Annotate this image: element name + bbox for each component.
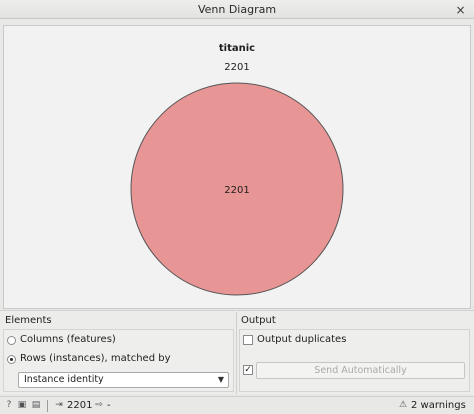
venn-canvas: titanic 2201 2201 [3,25,471,309]
window-title: Venn Diagram [197,2,277,16]
warning-icon[interactable]: ⚠ [398,400,408,411]
send-automatically-button[interactable]: Send Automatically [256,362,465,379]
output-value: - [107,400,111,411]
report-icon[interactable]: ▤ [31,400,41,411]
elements-header: Elements [5,315,52,326]
rows-radio-label[interactable]: Rows (instances), matched by [20,353,171,364]
input-icon: ⇥ [55,400,63,410]
help-icon[interactable]: ? [4,400,14,411]
venn-region-count: 2201 [224,185,249,196]
venn-diagram: 2201 [130,82,344,296]
output-duplicates-label[interactable]: Output duplicates [257,334,346,345]
warnings-count[interactable]: 2 warnings [411,400,466,411]
columns-radio[interactable] [7,336,16,345]
auto-send-checkbox[interactable]: ✓ [243,365,253,375]
match-by-select[interactable]: Instance identity ▼ [18,372,229,388]
output-header: Output [241,315,276,326]
window-titlebar: Venn Diagram × [0,0,474,19]
input-count: 2201 [67,400,93,411]
output-duplicates-checkbox[interactable] [243,335,253,345]
close-icon[interactable]: × [453,2,468,17]
output-icon: ⇨ [95,400,103,410]
columns-radio-label[interactable]: Columns (features) [20,334,116,345]
status-separator [47,400,48,412]
status-bar: ? ▣ ▤ ⇥ 2201 ⇨ - ⚠ 2 warnings [0,396,474,414]
match-by-value: Instance identity [24,374,104,385]
rows-radio[interactable] [7,355,16,364]
chevron-down-icon: ▼ [217,375,224,384]
save-icon[interactable]: ▣ [17,400,27,411]
